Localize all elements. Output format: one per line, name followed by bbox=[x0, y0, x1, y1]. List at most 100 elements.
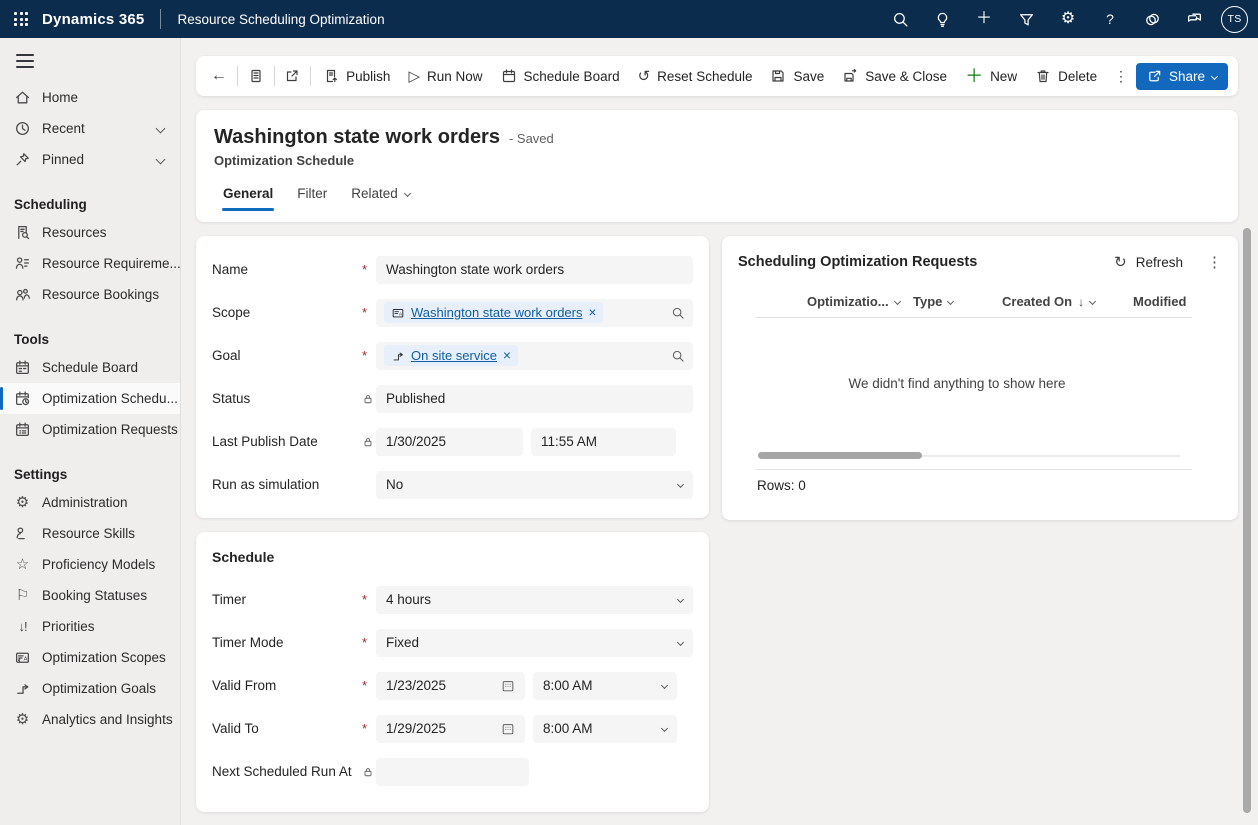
sidebar-item-resource-requirements[interactable]: Resource Requireme... bbox=[0, 248, 180, 279]
save-button[interactable]: Save bbox=[761, 62, 833, 90]
environment-rings-icon[interactable] bbox=[1131, 0, 1173, 38]
sidebar-item-resource-skills[interactable]: Resource Skills bbox=[0, 518, 180, 549]
remove-icon[interactable]: × bbox=[588, 306, 596, 320]
vertical-scrollbar-thumb[interactable] bbox=[1243, 228, 1251, 813]
goal-lookup[interactable]: On site service × bbox=[376, 342, 693, 370]
goal-record-pill[interactable]: On site service × bbox=[384, 345, 518, 366]
share-icon bbox=[1147, 69, 1162, 84]
sidebar-item-booking-statuses[interactable]: ⚐ Booking Statuses bbox=[0, 580, 180, 611]
required-icon bbox=[362, 678, 376, 693]
field-next-scheduled-run: Next Scheduled Run At bbox=[196, 750, 709, 793]
tab-filter[interactable]: Filter bbox=[288, 180, 336, 211]
new-button[interactable]: ＋New bbox=[956, 62, 1026, 90]
field-status: Status Published bbox=[196, 377, 709, 420]
reset-schedule-button[interactable]: ↺Reset Schedule bbox=[629, 62, 762, 90]
calendar-icon bbox=[14, 359, 31, 376]
sidebar-item-resources[interactable]: Resources bbox=[0, 217, 180, 248]
chevron-down-icon bbox=[947, 298, 954, 305]
run-now-button[interactable]: ▷Run Now bbox=[399, 62, 491, 90]
valid-from-date-input[interactable]: 1/23/2025 bbox=[376, 672, 525, 700]
scope-record-pill[interactable]: A Washington state work orders × bbox=[384, 302, 603, 323]
chevron-down-icon bbox=[661, 682, 668, 689]
sidebar-item-resource-bookings[interactable]: Resource Bookings bbox=[0, 279, 180, 310]
calendar-clock-icon bbox=[14, 390, 31, 407]
simulation-dropdown[interactable]: No bbox=[376, 471, 693, 499]
quick-create-icon[interactable]: ＋ bbox=[963, 0, 1005, 38]
save-icon bbox=[770, 68, 786, 84]
sidebar-item-optimization-requests[interactable]: Optimization Requests bbox=[0, 414, 180, 445]
filter-icon[interactable] bbox=[1005, 0, 1047, 38]
refresh-icon: ↻ bbox=[1114, 255, 1127, 270]
field-valid-to: Valid To 1/29/2025 8:00 AM bbox=[196, 707, 709, 750]
lookup-search-icon[interactable] bbox=[671, 306, 685, 320]
sidebar-item-priorities[interactable]: ↓! Priorities bbox=[0, 611, 180, 642]
search-icon[interactable] bbox=[879, 0, 921, 38]
sidebar-item-administration[interactable]: ⚙ Administration bbox=[0, 487, 180, 518]
sidebar-item-optimization-goals[interactable]: Optimization Goals bbox=[0, 673, 180, 704]
remove-icon[interactable]: × bbox=[503, 349, 511, 363]
chevron-down-icon bbox=[661, 725, 668, 732]
sidebar-item-schedule-board[interactable]: Schedule Board bbox=[0, 352, 180, 383]
column-created-on[interactable]: Created On↓ bbox=[1002, 294, 1095, 309]
calendar-icon bbox=[501, 68, 517, 84]
clock-icon bbox=[14, 120, 31, 137]
back-button[interactable]: ← bbox=[204, 62, 234, 90]
tab-general[interactable]: General bbox=[214, 180, 282, 211]
timer-dropdown[interactable]: 4 hours bbox=[376, 586, 693, 614]
column-optimization[interactable]: Optimizatio... bbox=[807, 294, 900, 309]
feedback-chat-icon[interactable] bbox=[1173, 0, 1215, 38]
trash-icon bbox=[1035, 68, 1051, 84]
user-avatar[interactable]: TS bbox=[1221, 6, 1248, 33]
waffle-icon[interactable] bbox=[14, 12, 28, 26]
scope-card-icon: A bbox=[391, 306, 405, 320]
name-input[interactable]: Washington state work orders bbox=[376, 256, 693, 284]
goal-arrow-icon bbox=[391, 349, 405, 363]
sidebar-item-proficiency-models[interactable]: ☆ Proficiency Models bbox=[0, 549, 180, 580]
column-modified[interactable]: Modified bbox=[1133, 294, 1193, 309]
panel-overflow-icon[interactable]: ⋮ bbox=[1207, 253, 1222, 271]
command-overflow-icon[interactable]: ⋮ bbox=[1106, 62, 1136, 90]
chevron-down-icon[interactable] bbox=[156, 155, 166, 165]
delete-button[interactable]: Delete bbox=[1026, 62, 1106, 90]
document-search-icon bbox=[14, 224, 31, 241]
sidebar-item-pinned[interactable]: Pinned bbox=[0, 144, 180, 175]
app-name[interactable]: Resource Scheduling Optimization bbox=[177, 12, 384, 27]
sidebar-item-analytics-insights[interactable]: ⚙ Analytics and Insights bbox=[0, 704, 180, 735]
calendar-icon bbox=[501, 722, 515, 736]
horizontal-scrollbar-thumb[interactable] bbox=[758, 452, 922, 459]
help-icon[interactable]: ? bbox=[1089, 0, 1131, 38]
form-selector-icon[interactable] bbox=[241, 62, 271, 90]
person-list-icon bbox=[14, 255, 31, 272]
empty-state-message: We didn't find anything to show here bbox=[722, 376, 1192, 391]
save-arrow-icon bbox=[842, 68, 858, 84]
field-run-as-simulation: Run as simulation No bbox=[196, 463, 709, 506]
sidebar-item-recent[interactable]: Recent bbox=[0, 113, 180, 144]
valid-from-time-dropdown[interactable]: 8:00 AM bbox=[533, 672, 677, 700]
svg-text:A: A bbox=[24, 657, 28, 663]
lookup-search-icon[interactable] bbox=[671, 349, 685, 363]
timer-mode-dropdown[interactable]: Fixed bbox=[376, 629, 693, 657]
command-bar: ← Publish ▷Run Now Schedule Board ↺Reset… bbox=[196, 56, 1238, 96]
publish-button[interactable]: Publish bbox=[314, 62, 399, 90]
product-name[interactable]: Dynamics 365 bbox=[42, 11, 144, 28]
scope-lookup[interactable]: A Washington state work orders × bbox=[376, 299, 693, 327]
tab-related[interactable]: Related bbox=[342, 180, 419, 211]
field-goal: Goal On site service × bbox=[196, 334, 709, 377]
popout-icon[interactable] bbox=[277, 62, 307, 90]
hamburger-menu-icon[interactable] bbox=[16, 54, 34, 68]
share-button[interactable]: Share bbox=[1136, 63, 1228, 90]
lightbulb-icon[interactable] bbox=[921, 0, 963, 38]
next-scheduled-run-input bbox=[376, 758, 529, 786]
sidebar-item-optimization-scopes[interactable]: A Optimization Scopes bbox=[0, 642, 180, 673]
sidebar-item-optimization-schedules[interactable]: Optimization Schedu... bbox=[0, 383, 180, 414]
valid-to-date-input[interactable]: 1/29/2025 bbox=[376, 715, 525, 743]
chevron-down-icon bbox=[1089, 298, 1096, 305]
sidebar-item-home[interactable]: Home bbox=[0, 82, 180, 113]
chevron-down-icon[interactable] bbox=[156, 124, 166, 134]
settings-gear-icon[interactable]: ⚙ bbox=[1047, 0, 1089, 38]
valid-to-time-dropdown[interactable]: 8:00 AM bbox=[533, 715, 677, 743]
save-close-button[interactable]: Save & Close bbox=[833, 62, 956, 90]
refresh-button[interactable]: ↻ Refresh bbox=[1114, 255, 1183, 270]
schedule-board-button[interactable]: Schedule Board bbox=[492, 62, 629, 90]
column-type[interactable]: Type bbox=[913, 294, 953, 309]
